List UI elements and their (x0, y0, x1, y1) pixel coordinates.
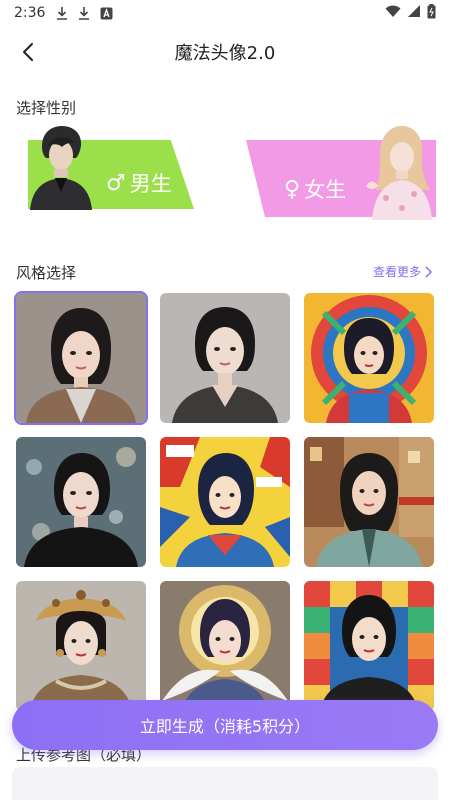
style-tile-geometric-mosaic[interactable] (304, 581, 434, 711)
style-tile-folk-art-colorful[interactable] (304, 293, 434, 423)
male-label-text: 男生 (129, 172, 172, 196)
style-tile-street-market[interactable] (304, 437, 434, 567)
wifi-icon (385, 4, 401, 22)
status-bar: 2:36 (0, 0, 450, 26)
page-title: 魔法头像2.0 (174, 43, 276, 64)
battery-icon (427, 3, 436, 23)
nav-bar: 魔法头像2.0 (0, 28, 450, 76)
download-icon (55, 6, 69, 20)
style-tile-bokeh-portrait[interactable] (16, 437, 146, 567)
gender-male-option[interactable]: ♂ 男生 (28, 124, 194, 222)
male-symbol-icon: ♂ (106, 170, 126, 196)
female-label-text: 女生 (304, 178, 347, 202)
style-tile-jeweled-headdress[interactable] (16, 581, 146, 711)
style-tile-realistic-beige[interactable] (14, 291, 148, 425)
female-symbol-icon: ♀ (284, 176, 301, 202)
see-more-link[interactable]: 查看更多 (373, 263, 432, 280)
see-more-text: 查看更多 (372, 265, 421, 279)
female-label: ♀ 女生 (284, 174, 346, 204)
style-tile-realistic-grey[interactable] (160, 293, 290, 423)
back-button[interactable] (14, 38, 42, 66)
male-label: ♂ 男生 (106, 168, 172, 198)
download-icon (77, 6, 91, 20)
female-avatar-image (366, 126, 432, 220)
generate-button[interactable]: 立即生成（消耗5积分） (12, 700, 438, 750)
style-tile-comic-pop[interactable] (160, 437, 290, 567)
signal-icon (407, 4, 421, 22)
status-time: 2:36 (14, 5, 46, 21)
male-avatar-image (30, 126, 92, 210)
font-icon (99, 6, 113, 20)
chevron-right-icon (425, 265, 432, 278)
style-section-title: 风格选择 (16, 264, 77, 282)
gender-female-option[interactable]: ♀ 女生 (246, 124, 436, 222)
chevron-left-icon (23, 43, 33, 61)
upload-reference-input[interactable] (12, 767, 438, 800)
style-tile-angel-halo[interactable] (160, 581, 290, 711)
gender-section-title: 选择性别 (16, 99, 77, 117)
